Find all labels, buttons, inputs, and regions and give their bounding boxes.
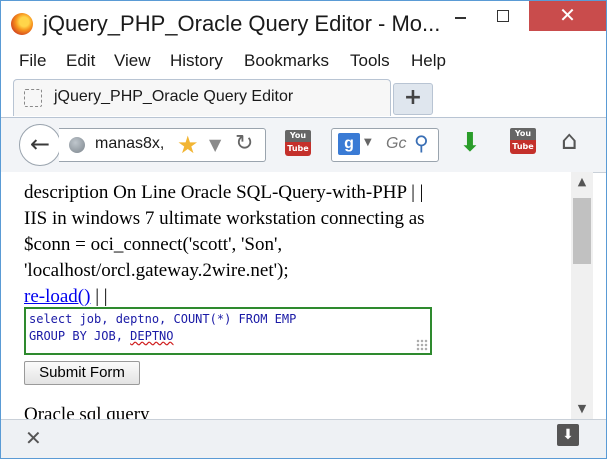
page-text: description On Line Oracle SQL-Query-wit… (24, 180, 564, 310)
description-line: IIS in windows 7 ultimate workstation co… (24, 208, 425, 229)
download-status-icon[interactable]: ⬇ (557, 424, 579, 446)
back-button[interactable]: ← (19, 124, 61, 166)
close-button[interactable]: ✕ (529, 1, 606, 31)
sql-line: GROUP BY JOB, DEPTNO (29, 328, 427, 345)
minimize-button[interactable] (441, 1, 481, 31)
search-input[interactable]: Gc (386, 135, 406, 153)
description-line: $conn = oci_connect('scott', 'Son', (24, 234, 283, 255)
sql-line-prefix: GROUP BY JOB, (29, 329, 131, 343)
addon-bar: ✕ ⬇ (1, 419, 606, 458)
history-dropdown-icon[interactable]: ▼ (209, 135, 221, 154)
search-bar[interactable]: g ▼ Gc ⚲ (331, 128, 439, 162)
page-content: description On Line Oracle SQL-Query-wit… (1, 172, 571, 419)
url-text[interactable]: manas8x, (95, 135, 167, 153)
menu-bookmarks[interactable]: Bookmarks (244, 51, 329, 71)
resize-grip-icon[interactable] (416, 339, 428, 351)
menu-bar: File Edit View History Bookmarks Tools H… (1, 47, 606, 77)
youtube-you-label: You (285, 130, 311, 142)
back-arrow-icon: ← (29, 130, 51, 158)
download-icon[interactable]: ⬇ (459, 128, 481, 158)
tab-title: jQuery_PHP_Oracle Query Editor (54, 88, 294, 105)
reload-icon[interactable]: ↻ (235, 131, 253, 156)
window-title: jQuery_PHP_Oracle Query Editor - Mo... (43, 11, 441, 36)
new-tab-button[interactable]: + (393, 83, 433, 115)
submit-form-button[interactable]: Submit Form (24, 361, 140, 385)
youtube-tube-label: Tube (510, 140, 536, 154)
title-bar: jQuery_PHP_Oracle Query Editor - Mo... ✕ (1, 1, 606, 45)
page-favicon-icon (24, 89, 42, 107)
menu-tools[interactable]: Tools (350, 51, 390, 71)
youtube-icon[interactable]: You Tube (285, 130, 311, 160)
tab-strip: jQuery_PHP_Oracle Query Editor + (1, 77, 606, 117)
tab-active[interactable]: jQuery_PHP_Oracle Query Editor (13, 79, 391, 116)
sql-line: select job, deptno, COUNT(*) FROM EMP (29, 312, 297, 326)
menu-edit[interactable]: Edit (66, 51, 95, 71)
scroll-down-icon[interactable]: ▼ (571, 399, 593, 419)
sql-query-textarea[interactable]: select job, deptno, COUNT(*) FROM EMP GR… (24, 307, 432, 355)
home-icon[interactable]: ⌂ (561, 126, 578, 156)
section-heading: Oracle sql query (24, 404, 150, 419)
scroll-up-icon[interactable]: ▲ (571, 172, 593, 192)
reload-link[interactable]: re-load() (24, 286, 90, 307)
menu-help[interactable]: Help (411, 51, 446, 71)
vertical-scrollbar[interactable]: ▲ ▼ (571, 172, 593, 419)
globe-icon (69, 137, 85, 153)
scroll-thumb[interactable] (573, 198, 591, 264)
menu-history[interactable]: History (170, 51, 223, 71)
youtube-icon[interactable]: You Tube (510, 128, 536, 158)
firefox-logo-icon (11, 13, 33, 35)
bookmark-star-icon[interactable]: ★ (177, 131, 199, 159)
description-line: description On Line Oracle SQL-Query-wit… (24, 182, 424, 203)
navigation-toolbar: ← manas8x, ★ ▼ ↻ You Tube g ▼ Gc ⚲ ⬇ You… (1, 117, 606, 173)
reload-suffix: | | (90, 286, 108, 307)
google-icon[interactable]: g (338, 133, 360, 155)
youtube-you-label: You (510, 128, 536, 140)
search-icon[interactable]: ⚲ (414, 131, 429, 155)
spellcheck-word: DEPTNO (130, 329, 174, 343)
menu-view[interactable]: View (114, 51, 151, 71)
description-line: 'localhost/orcl.gateway.2wire.net'); (24, 260, 289, 281)
youtube-tube-label: Tube (285, 142, 311, 156)
close-addon-bar-icon[interactable]: ✕ (25, 426, 42, 450)
search-engine-dropdown-icon[interactable]: ▼ (364, 137, 372, 148)
menu-file[interactable]: File (19, 51, 46, 71)
url-bar[interactable]: manas8x, ★ ▼ ↻ (59, 128, 266, 162)
browser-window: jQuery_PHP_Oracle Query Editor - Mo... ✕… (0, 0, 607, 459)
maximize-button[interactable] (483, 1, 523, 31)
